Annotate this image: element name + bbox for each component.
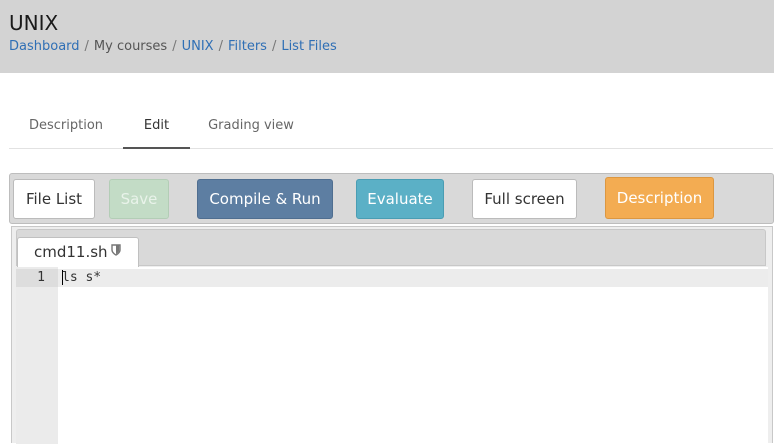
tab-edit[interactable]: Edit xyxy=(123,106,190,149)
breadcrumb-dashboard[interactable]: Dashboard xyxy=(9,39,80,54)
breadcrumb-filters[interactable]: Filters xyxy=(228,39,267,54)
active-line-highlight xyxy=(58,269,768,287)
breadcrumb-my-courses: My courses xyxy=(93,39,168,54)
lock-icon xyxy=(110,237,121,265)
code-line[interactable]: ls s* xyxy=(62,269,101,286)
file-tab-name: cmd11.sh xyxy=(34,243,108,261)
evaluate-button[interactable]: Evaluate xyxy=(356,179,444,219)
breadcrumb-list-files[interactable]: List Files xyxy=(281,39,336,54)
text-cursor xyxy=(62,270,63,285)
tab-grading-view[interactable]: Grading view xyxy=(196,106,306,149)
description-button[interactable]: Description xyxy=(605,177,714,219)
compile-run-button[interactable]: Compile & Run xyxy=(197,179,333,219)
editor-frame: cmd11.sh 1 ls s* xyxy=(11,226,773,444)
file-tab-cmd11[interactable]: cmd11.sh xyxy=(17,237,139,267)
page-header: UNIX Dashboard / My courses / UNIX / Filters / L… xyxy=(0,0,774,73)
line-number: 1 xyxy=(37,270,45,285)
full-screen-button[interactable]: Full screen xyxy=(472,179,577,219)
breadcrumb-unix[interactable]: UNIX xyxy=(182,39,214,54)
page-title: UNIX xyxy=(9,11,59,35)
code-editor[interactable]: 1 ls s* xyxy=(16,267,768,444)
activity-tabs: Description Edit Grading view xyxy=(9,106,773,149)
line-gutter xyxy=(16,267,58,444)
breadcrumb-separator: / xyxy=(271,39,277,54)
breadcrumb-separator: / xyxy=(172,39,177,54)
tab-description[interactable]: Description xyxy=(9,106,123,149)
breadcrumb-separator: / xyxy=(84,39,89,54)
file-tab-bar: cmd11.sh xyxy=(16,229,766,267)
save-button[interactable]: Save xyxy=(109,179,169,219)
file-list-button[interactable]: File List xyxy=(13,179,95,219)
breadcrumb: Dashboard / My courses / UNIX / Filters / List F… xyxy=(9,38,337,55)
editor-toolbar: File List Save Compile & Run Evaluate Fu… xyxy=(9,173,774,224)
breadcrumb-separator: / xyxy=(218,39,223,54)
